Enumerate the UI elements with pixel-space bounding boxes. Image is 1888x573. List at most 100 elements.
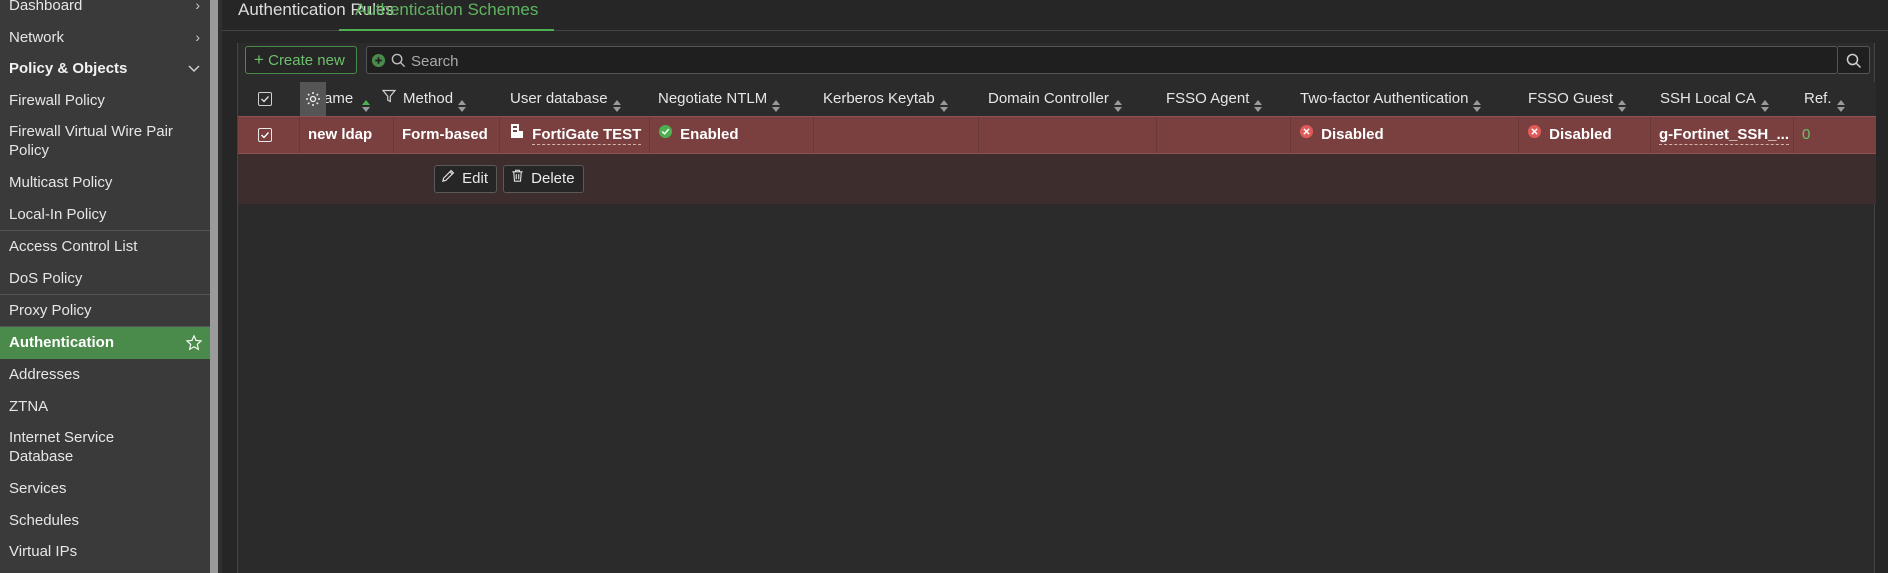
search-box[interactable]: [366, 46, 1838, 74]
sort-icon: [457, 92, 467, 113]
column-header-label: Domain Controller: [988, 90, 1109, 107]
column-header-label: Two-factor Authentication: [1300, 90, 1469, 107]
add-filter-icon[interactable]: [371, 53, 386, 72]
column-header-label: Method: [403, 90, 454, 107]
sort-icon: [771, 92, 781, 113]
sort-icon: [939, 92, 949, 113]
column-header-kerberos-keytab[interactable]: Kerberos Keytab: [823, 82, 949, 116]
sidebar-item-services[interactable]: Services: [0, 479, 210, 498]
sidebar-item-label: Services: [9, 480, 67, 497]
sidebar-divider: [0, 294, 210, 295]
server-icon: [510, 117, 524, 153]
chevron-down-icon: [188, 59, 200, 78]
sidebar-item-label: Policy & Objects: [9, 60, 128, 77]
column-header-fsso-guest[interactable]: FSSO Guest: [1528, 82, 1627, 116]
column-header-ref[interactable]: Ref.: [1804, 82, 1846, 116]
delete-label: Delete: [531, 170, 575, 187]
column-header-fsso-agent[interactable]: FSSO Agent: [1166, 82, 1263, 116]
sort-icon: [1113, 92, 1123, 113]
sidebar-item-label: Authentication: [9, 334, 114, 351]
column-header-two-factor[interactable]: Two-factor Authentication: [1300, 82, 1482, 116]
sidebar-item-label: Virtual IPs: [9, 543, 78, 560]
sidebar-section-policy-objects[interactable]: Policy & Objects: [0, 59, 210, 79]
sort-icon: [612, 92, 622, 113]
sidebar-item-dashboard[interactable]: Dashboard ›: [0, 0, 210, 16]
column-header-negotiate-ntlm[interactable]: Negotiate NTLM: [658, 82, 781, 116]
sidebar-item-label: Proxy Policy: [9, 302, 92, 319]
sidebar-item-schedules[interactable]: Schedules: [0, 511, 210, 530]
plus-icon: +: [254, 50, 264, 69]
sidebar: Dashboard › Network › Policy & Objects F…: [0, 0, 210, 573]
sort-icon: [1617, 92, 1627, 113]
table-row[interactable]: new ldap Form-based FortiGate TEST Enabl…: [238, 116, 1876, 154]
column-header-label: Ref.: [1804, 90, 1832, 107]
sidebar-item-label: Multicast Policy: [9, 174, 113, 191]
sidebar-item-proxy-policy[interactable]: Proxy Policy: [0, 301, 210, 320]
sidebar-item-label: Internet Service Database: [9, 429, 115, 465]
delete-button[interactable]: Delete: [503, 165, 584, 193]
x-circle-icon: [1527, 117, 1542, 153]
ssh-local-ca-link[interactable]: g-Fortinet_SSH_...: [1659, 126, 1790, 145]
search-button[interactable]: [1838, 46, 1870, 74]
row-checkbox-cell: [238, 117, 300, 153]
cell-kerberos-keytab: [814, 117, 979, 153]
sidebar-item-local-in-policy[interactable]: Local-In Policy: [0, 205, 210, 224]
sidebar-item-firewall-policy[interactable]: Firewall Policy: [0, 91, 210, 110]
sidebar-item-multicast-policy[interactable]: Multicast Policy: [0, 173, 210, 192]
column-header-label: Kerberos Keytab: [823, 90, 935, 107]
cell-method: Form-based: [394, 117, 500, 153]
sidebar-item-label: Access Control List: [9, 238, 138, 255]
select-all-checkbox[interactable]: [258, 92, 272, 106]
sidebar-item-authentication[interactable]: Authentication: [0, 327, 210, 359]
sidebar-item-ztna[interactable]: ZTNA: [0, 397, 210, 416]
tab-bar: Authentication Rules Authentication Sche…: [222, 0, 1888, 31]
filter-icon[interactable]: [381, 82, 396, 116]
cell-fsso-agent: [1157, 117, 1291, 153]
cell-ssh-local-ca[interactable]: g-Fortinet_SSH_...: [1651, 117, 1794, 153]
pencil-icon: [441, 166, 456, 192]
sidebar-item-virtual-ips[interactable]: Virtual IPs: [0, 542, 210, 561]
column-settings-button[interactable]: [300, 82, 326, 116]
tab-authentication-schemes[interactable]: Authentication Schemes: [339, 0, 555, 31]
column-header-label: Negotiate NTLM: [658, 90, 768, 107]
star-icon[interactable]: [185, 332, 203, 364]
sidebar-item-label: DoS Policy: [9, 270, 83, 287]
sidebar-item-label: ZTNA: [9, 398, 49, 415]
sort-icon: [1760, 92, 1770, 113]
sidebar-item-internet-service-database[interactable]: Internet Service Database: [0, 428, 140, 466]
sidebar-scrollbar[interactable]: [210, 0, 218, 573]
cell-name: new ldap: [300, 117, 394, 153]
cell-ref[interactable]: 0: [1794, 117, 1876, 153]
check-circle-icon: [658, 117, 673, 153]
sidebar-item-network[interactable]: Network ›: [0, 28, 210, 48]
column-header-label: FSSO Agent: [1166, 90, 1250, 107]
sidebar-item-label: Firewall Policy: [9, 92, 105, 109]
search-icon: [391, 53, 406, 72]
search-input[interactable]: [411, 51, 1811, 71]
cell-user-database[interactable]: FortiGate TEST: [500, 117, 650, 153]
user-database-link[interactable]: FortiGate TEST: [532, 126, 642, 145]
sidebar-item-addresses[interactable]: Addresses: [0, 365, 210, 384]
create-new-button[interactable]: + Create new: [245, 46, 357, 74]
search-icon: [1846, 53, 1862, 73]
sidebar-item-label: Dashboard: [9, 0, 83, 14]
sidebar-item-access-control-list[interactable]: Access Control List: [0, 237, 210, 256]
gear-icon: [305, 91, 321, 111]
status-disabled: Disabled: [1321, 126, 1384, 143]
column-header-user-database[interactable]: User database: [510, 82, 622, 116]
sidebar-item-virtual-wire-pair[interactable]: Firewall Virtual Wire Pair Policy: [0, 122, 190, 160]
trash-icon: [510, 166, 525, 192]
column-header-method[interactable]: Method: [403, 82, 467, 116]
cell-two-factor: Disabled: [1291, 117, 1519, 153]
x-circle-icon: [1299, 117, 1314, 153]
column-header-ssh-local-ca[interactable]: SSH Local CA: [1660, 82, 1770, 116]
column-header-label: FSSO Guest: [1528, 90, 1614, 107]
row-checkbox[interactable]: [258, 128, 272, 142]
column-header-domain-controller[interactable]: Domain Controller: [988, 82, 1123, 116]
cell-negotiate-ntlm: Enabled: [650, 117, 814, 153]
sort-icon: [1836, 92, 1846, 113]
sidebar-item-dos-policy[interactable]: DoS Policy: [0, 269, 210, 288]
edit-button[interactable]: Edit: [434, 165, 498, 193]
cell-fsso-guest: Disabled: [1519, 117, 1651, 153]
sidebar-item-label: Firewall Virtual Wire Pair Policy: [9, 123, 173, 159]
